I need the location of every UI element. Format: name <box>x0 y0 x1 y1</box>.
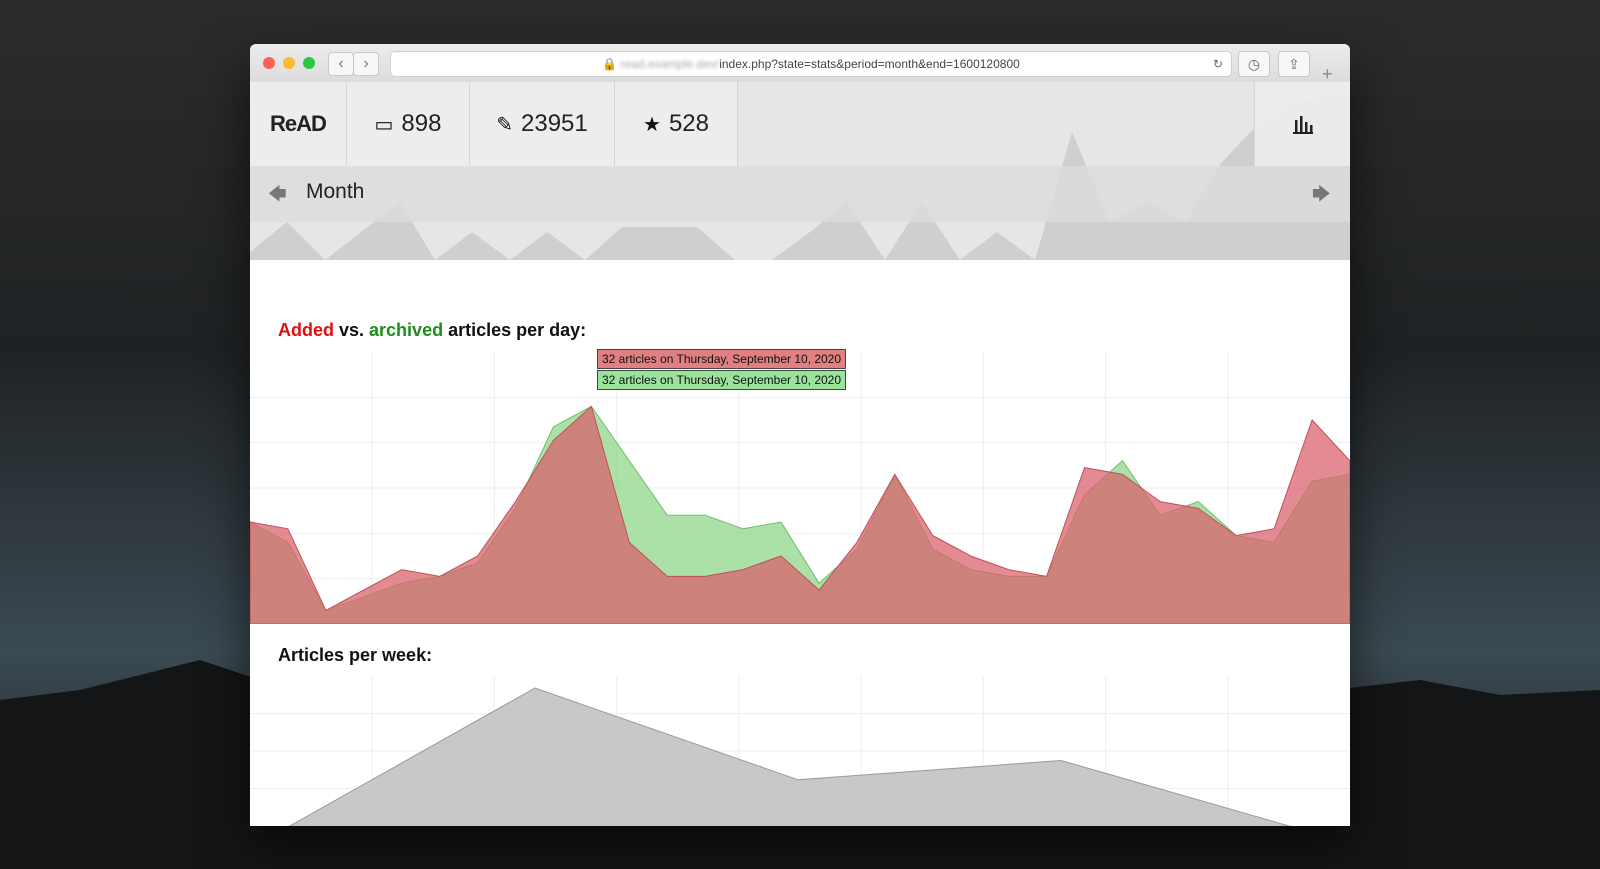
series-area-added <box>250 405 1350 624</box>
logo-cell[interactable]: ReAD <box>250 82 347 166</box>
inbox-count-button[interactable]: ▭ 898 <box>347 82 470 166</box>
url-path: index.php?state=stats&period=month&end=1… <box>719 57 1020 71</box>
weekly-chart-title: Articles per week: <box>278 645 433 665</box>
starred-count: 528 <box>668 110 709 137</box>
share-icon: ⇪ <box>1288 56 1300 72</box>
zoom-window-button[interactable] <box>303 57 315 69</box>
browser-window: ‹ › 🔒 read.example.dev/index.php?state=s… <box>250 44 1350 826</box>
bookmark-star-icon: ★ <box>643 113 661 136</box>
back-button[interactable]: ‹ <box>328 52 354 76</box>
chevron-left-icon: ‹ <box>338 55 344 72</box>
archived-count: 23951 <box>521 110 588 137</box>
archived-icon: ✎ <box>496 113 513 136</box>
period-label: Month <box>306 180 365 203</box>
chevron-right-icon: › <box>363 55 369 72</box>
previous-period-button[interactable]: 🡄 <box>268 182 287 212</box>
inbox-icon: ▭ <box>374 113 394 136</box>
next-period-button[interactable]: 🡆 <box>1312 182 1331 212</box>
close-window-button[interactable] <box>263 57 275 69</box>
title-archived: archived <box>369 320 444 340</box>
share-button[interactable]: ⇪ <box>1278 51 1310 77</box>
tooltip-archived: 32 articles on Thursday, September 10, 2… <box>597 370 847 390</box>
title-vs: vs. <box>334 320 370 340</box>
period-bar: 🡄 Month 🡆 <box>250 166 1350 222</box>
minimize-window-button[interactable] <box>283 57 295 69</box>
lock-icon: 🔒 <box>602 57 618 71</box>
clock-icon: ◷ <box>1247 56 1261 72</box>
history-button[interactable]: ◷ <box>1238 51 1270 77</box>
arrow-right-icon: 🡆 <box>1312 184 1331 204</box>
reload-icon[interactable]: ↻ <box>1213 52 1223 76</box>
title-added: Added <box>278 320 334 340</box>
series-area-weekly <box>288 687 1291 826</box>
starred-count-button[interactable]: ★ 528 <box>615 82 738 166</box>
title-rest: articles per day: <box>443 320 587 340</box>
browser-toolbar: ‹ › 🔒 read.example.dev/index.php?state=s… <box>250 44 1350 84</box>
app-header: ReAD ▭ 898 ✎ 23951 ★ 528 <box>250 82 1350 166</box>
archived-count-button[interactable]: ✎ 23951 <box>470 82 615 166</box>
tooltip-added: 32 articles on Thursday, September 10, 2… <box>597 349 847 369</box>
stats-button[interactable] <box>1254 82 1350 166</box>
url-host: read.example.dev/ <box>620 57 720 71</box>
bar-chart-icon <box>1293 116 1313 134</box>
forward-button[interactable]: › <box>353 52 379 76</box>
app-logo[interactable]: ReAD <box>270 111 327 137</box>
page-content: ReAD ▭ 898 ✎ 23951 ★ 528 🡄 Month 🡆 Added… <box>250 82 1350 826</box>
address-bar[interactable]: 🔒 read.example.dev/index.php?state=stats… <box>390 51 1232 77</box>
arrow-left-icon: 🡄 <box>268 184 287 204</box>
weekly-articles-chart[interactable] <box>250 676 1350 826</box>
daily-chart-title: Added vs. archived articles per day: <box>278 320 586 341</box>
daily-articles-chart[interactable] <box>250 352 1350 624</box>
inbox-count: 898 <box>401 110 442 137</box>
